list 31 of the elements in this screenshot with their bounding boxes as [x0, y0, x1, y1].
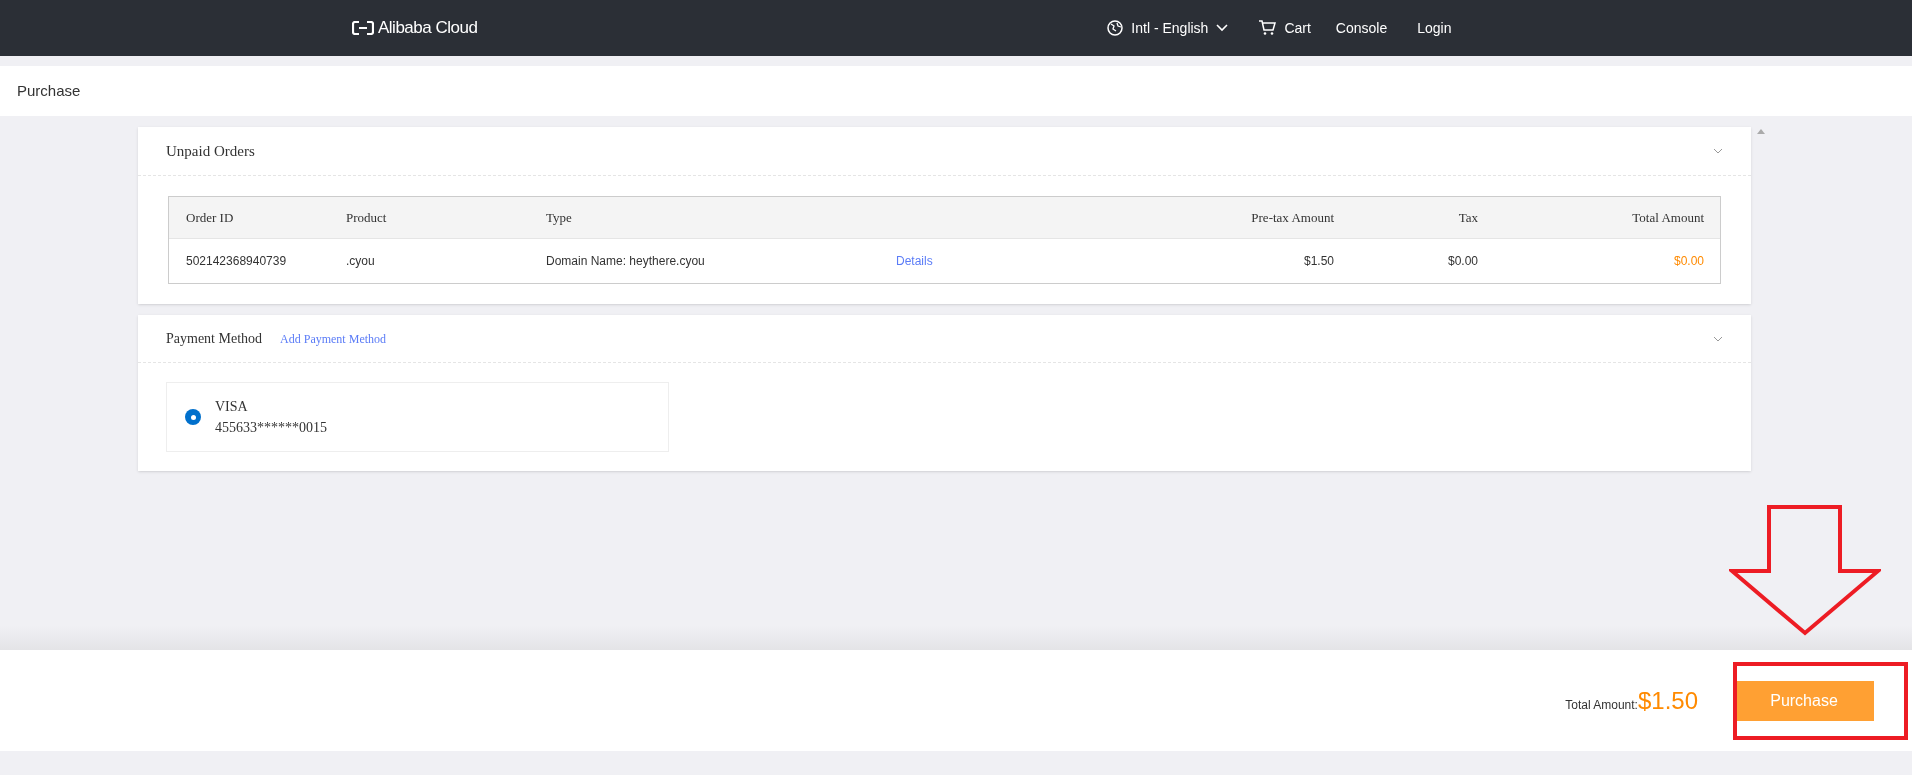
radio-button[interactable] [185, 409, 201, 425]
details-link[interactable]: Details [896, 254, 933, 268]
section-title: Payment Method [166, 330, 263, 348]
globe-icon[interactable] [1107, 20, 1124, 36]
column-header: Order ID [186, 208, 235, 227]
add-payment-link[interactable]: Add Payment Method [280, 329, 387, 348]
nav-link[interactable]: Console [1335, 17, 1388, 39]
table-cell-text: $1.50 [1302, 253, 1334, 270]
column-header: Product [346, 208, 388, 227]
logo-icon [352, 21, 374, 35]
column-header: Pre-tax Amount [1250, 208, 1334, 227]
column-header: Type [546, 208, 573, 227]
card-brand: VISA [215, 398, 249, 416]
cart-icon[interactable] [1258, 20, 1277, 36]
column-header: Total Amount [1631, 208, 1704, 227]
table-cell-text: $0.00 [1672, 253, 1704, 270]
language-selector[interactable]: Intl - English [1131, 17, 1209, 39]
column-header: Tax [1457, 208, 1478, 227]
page-title: Purchase [17, 80, 81, 101]
section-title: Unpaid Orders [166, 141, 255, 161]
total-amount-label: Total Amount: [1565, 697, 1638, 714]
payment-card-option[interactable]: VISA 455633******0015 [166, 382, 669, 452]
cart-link[interactable]: Cart [1284, 17, 1311, 39]
logo-text[interactable]: Alibaba Cloud [378, 15, 478, 41]
table-cell-text: $0.00 [1446, 253, 1478, 270]
table-cell-text: 502142368940739 [186, 253, 288, 270]
nav-link[interactable]: Login [1417, 17, 1452, 39]
total-amount-value: $1.50 [1637, 685, 1698, 716]
card-number: 455633******0015 [215, 419, 327, 437]
table-cell-text: Domain Name: heythere.cyou [546, 253, 706, 270]
table-cell-text: .cyou [346, 253, 376, 270]
